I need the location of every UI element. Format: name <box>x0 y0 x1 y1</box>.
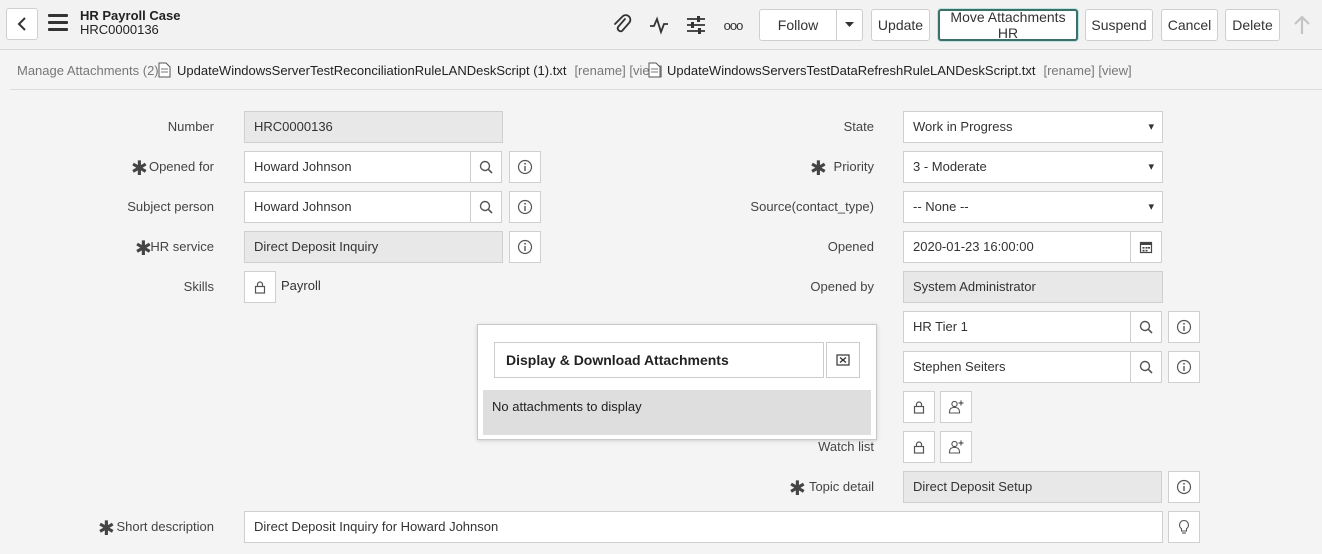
assigned-to-field[interactable]: Stephen Seiters <box>903 351 1131 383</box>
paperclip-icon[interactable] <box>610 13 634 37</box>
subject-person-info-button[interactable] <box>509 191 541 223</box>
unlock-button[interactable] <box>903 391 935 423</box>
close-icon <box>836 354 850 366</box>
follow-button[interactable]: Follow <box>759 9 837 41</box>
search-icon <box>1139 320 1153 334</box>
caret-down-icon <box>845 22 854 27</box>
lookup-assigned-to-button[interactable] <box>1130 351 1162 383</box>
popup-empty-message: No attachments to display <box>483 390 871 435</box>
short-description-field[interactable]: Direct Deposit Inquiry for Howard Johnso… <box>244 511 1163 543</box>
source-label: Source(contact_type) <box>750 199 874 214</box>
priority-select[interactable]: 3 - Moderate <box>903 151 1163 183</box>
settings-sliders-icon[interactable] <box>684 13 708 37</box>
source-select[interactable]: -- None -- <box>903 191 1163 223</box>
subject-person-label: Subject person <box>127 199 214 214</box>
delete-button[interactable]: Delete <box>1225 9 1280 41</box>
hr-service-label: HR service <box>150 239 214 254</box>
watch-list-add-me-button[interactable] <box>940 431 972 463</box>
skills-label: Skills <box>183 279 214 294</box>
assignment-group-field[interactable]: HR Tier 1 <box>903 311 1131 343</box>
number-field[interactable]: HRC0000136 <box>244 111 503 143</box>
opened-for-field[interactable]: Howard Johnson <box>244 151 471 183</box>
skills-value: Payroll <box>281 278 321 293</box>
move-attachments-button[interactable]: Move Attachments HR <box>938 9 1078 41</box>
info-icon <box>517 199 533 215</box>
attachment-file: UpdateWindowsServerTestReconciliationRul… <box>158 62 663 78</box>
search-icon <box>479 200 493 214</box>
hr-service-field[interactable]: Direct Deposit Inquiry <box>244 231 503 263</box>
follow-dropdown-button[interactable] <box>836 9 863 41</box>
form-header: HR Payroll Case HRC0000136 ooo Follow Up… <box>0 0 1322 50</box>
attachment-file-link[interactable]: UpdateWindowsServerTestReconciliationRul… <box>177 63 566 78</box>
suspend-button[interactable]: Suspend <box>1085 9 1153 41</box>
back-button[interactable] <box>6 8 38 40</box>
short-description-label: Short description <box>116 519 214 534</box>
search-icon <box>1139 360 1153 374</box>
subject-person-field[interactable]: Howard Johnson <box>244 191 471 223</box>
opened-for-info-button[interactable] <box>509 151 541 183</box>
update-button[interactable]: Update <box>871 9 930 41</box>
calendar-icon <box>1139 241 1153 254</box>
add-user-icon <box>948 440 964 454</box>
popup-close-button[interactable] <box>826 342 860 378</box>
hr-service-info-button[interactable] <box>509 231 541 263</box>
priority-label: Priority <box>833 159 874 174</box>
opened-by-label: Opened by <box>810 279 874 294</box>
chevron-left-icon <box>17 17 26 31</box>
calendar-button[interactable] <box>1130 231 1162 263</box>
attachments-bar: Manage Attachments (2): UpdateWindowsSer… <box>0 50 1322 90</box>
info-icon <box>517 159 533 175</box>
opened-label: Opened <box>827 239 874 254</box>
document-icon <box>158 62 171 78</box>
opened-field[interactable]: 2020-01-23 16:00:00 <box>903 231 1131 263</box>
manage-attachments-label: Manage Attachments (2): <box>17 63 163 78</box>
add-user-icon <box>948 400 964 414</box>
lightbulb-icon <box>1179 519 1189 534</box>
topic-detail-field[interactable]: Direct Deposit Setup <box>903 471 1162 503</box>
record-table-title: HR Payroll Case <box>80 8 181 23</box>
opened-for-label: Opened for <box>148 159 214 174</box>
attachment-file: UpdateWindowsServersTestDataRefreshRuleL… <box>648 62 1132 78</box>
record-title: HR Payroll Case HRC0000136 <box>80 9 180 37</box>
attachment-file-link[interactable]: UpdateWindowsServersTestDataRefreshRuleL… <box>667 63 1035 78</box>
activity-icon[interactable] <box>647 13 671 37</box>
state-select[interactable]: Work in Progress <box>903 111 1163 143</box>
lock-icon <box>913 401 925 414</box>
search-icon <box>479 160 493 174</box>
skills-unlock-button[interactable] <box>244 271 276 303</box>
more-options-icon[interactable]: ooo <box>721 13 745 37</box>
document-icon <box>648 62 661 78</box>
popup-title: Display & Download Attachments <box>494 342 824 378</box>
lookup-assignment-group-button[interactable] <box>1130 311 1162 343</box>
info-icon <box>517 239 533 255</box>
lock-icon <box>254 281 266 294</box>
watch-list-unlock-button[interactable] <box>903 431 935 463</box>
lookup-subject-person-button[interactable] <box>470 191 502 223</box>
assignment-group-info-button[interactable] <box>1168 311 1200 343</box>
opened-by-field[interactable]: System Administrator <box>903 271 1163 303</box>
number-label: Number <box>167 119 214 134</box>
info-icon <box>1176 319 1192 335</box>
attachments-popup: Display & Download Attachments No attach… <box>477 324 877 440</box>
topic-detail-info-button[interactable] <box>1168 471 1200 503</box>
record-number: HRC0000136 <box>80 22 159 37</box>
assigned-to-info-button[interactable] <box>1168 351 1200 383</box>
add-me-button[interactable] <box>940 391 972 423</box>
attachment-actions[interactable]: [rename] [view] <box>1043 63 1131 78</box>
lookup-opened-for-button[interactable] <box>470 151 502 183</box>
lock-icon <box>913 441 925 454</box>
suggestion-button[interactable] <box>1168 511 1200 543</box>
topic-detail-label: Topic detail <box>808 479 874 494</box>
info-icon <box>1176 479 1192 495</box>
info-icon <box>1176 359 1192 375</box>
scroll-up-icon[interactable] <box>1292 14 1312 39</box>
cancel-button[interactable]: Cancel <box>1161 9 1218 41</box>
state-label: State <box>843 119 874 134</box>
menu-icon[interactable] <box>48 14 68 34</box>
